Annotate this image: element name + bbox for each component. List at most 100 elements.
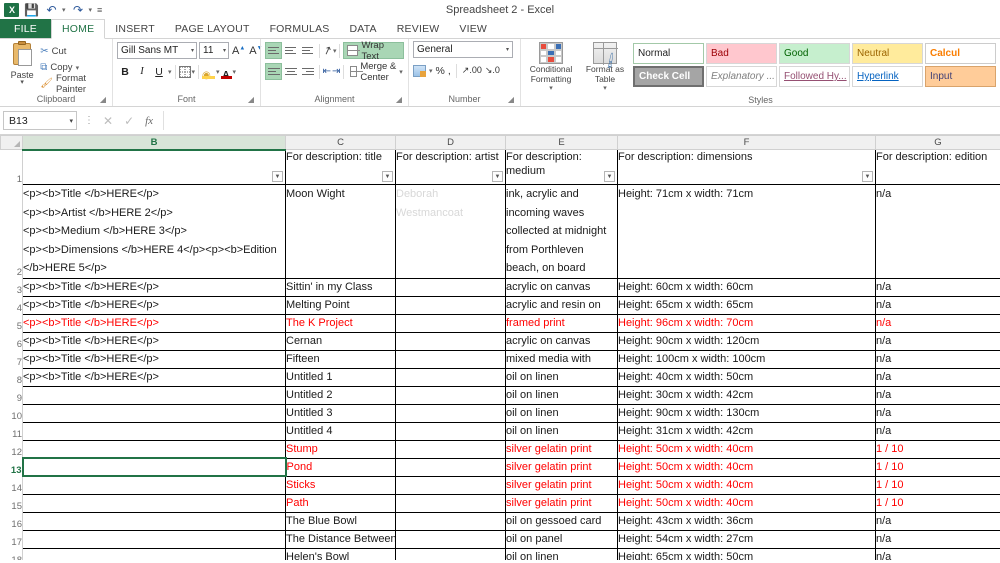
cell-c11[interactable]: Untitled 4 [285, 421, 396, 441]
paste-button[interactable]: Paste ▾ [4, 41, 40, 86]
cell-e11[interactable]: oil on linen [505, 421, 618, 441]
increase-indent-icon[interactable]: ⇥ [332, 66, 340, 77]
cell-g13[interactable]: 1 / 10 [875, 457, 1000, 477]
formula-input[interactable] [163, 111, 997, 130]
cell-g17[interactable]: n/a [875, 529, 1000, 549]
align-bottom-button[interactable] [300, 42, 316, 59]
column-header-row[interactable]: B C D E F G [0, 135, 1000, 151]
cell-f6[interactable]: Height: 90cm x width: 120cm [617, 331, 876, 351]
cell-f5[interactable]: Height: 96cm x width: 70cm [617, 313, 876, 333]
borders-icon[interactable] [178, 65, 191, 78]
cell-f16[interactable]: Height: 43cm x width: 36cm [617, 511, 876, 531]
cell-g9[interactable]: n/a [875, 385, 1000, 405]
font-color-dropdown-icon[interactable]: ▾ [233, 68, 237, 76]
merge-center-button[interactable]: Merge & Center ▾ [347, 61, 406, 83]
cell-d16[interactable] [395, 511, 506, 531]
cell-e10[interactable]: oil on linen [505, 403, 618, 423]
cell-b18[interactable] [22, 547, 286, 560]
cell-f1[interactable]: For description: dimensions ▼ [617, 149, 876, 185]
cell-c8[interactable]: Untitled 1 [285, 367, 396, 387]
style-bad[interactable]: Bad [706, 43, 777, 64]
cell-g5[interactable]: n/a [875, 313, 1000, 333]
cell-b17[interactable] [22, 529, 286, 549]
cell-f14[interactable]: Height: 50cm x width: 40cm [617, 475, 876, 495]
cell-c15[interactable]: Path [285, 493, 396, 513]
copy-dropdown-icon[interactable]: ▾ [76, 64, 80, 72]
cell-b12[interactable] [22, 439, 286, 459]
number-format-dropdown-icon[interactable]: ▾ [506, 46, 509, 53]
column-header-c[interactable]: C [285, 135, 396, 150]
cell-f11[interactable]: Height: 31cm x width: 42cm [617, 421, 876, 441]
row-header-12[interactable]: 12 [0, 440, 23, 458]
paste-dropdown-icon[interactable]: ▾ [20, 79, 24, 86]
select-all-corner[interactable] [0, 135, 23, 150]
wrap-text-button[interactable]: Wrap Text [343, 40, 404, 62]
increase-font-size-icon[interactable]: A▲ [231, 45, 246, 57]
cell-f15[interactable]: Height: 50cm x width: 40cm [617, 493, 876, 513]
column-header-e[interactable]: E [505, 135, 618, 150]
format-painter-button[interactable]: 🖌 Format Painter [40, 73, 108, 95]
cell-d7[interactable] [395, 349, 506, 369]
cell-e6[interactable]: acrylic on canvas [505, 331, 618, 351]
row-header-1[interactable]: 1 [0, 149, 23, 185]
column-header-b[interactable]: B [22, 135, 286, 151]
fill-color-dropdown-icon[interactable]: ▾ [216, 68, 220, 76]
cell-e8[interactable]: oil on linen [505, 367, 618, 387]
cell-d17[interactable] [395, 529, 506, 549]
row-header-5[interactable]: 5 [0, 314, 23, 332]
cell-f12[interactable]: Height: 50cm x width: 40cm [617, 439, 876, 459]
spreadsheet-grid[interactable]: B C D E F G 1 ▼ For description: title ▼ [0, 135, 1000, 560]
cell-d13[interactable] [395, 457, 506, 477]
clipboard-dialog-launcher-icon[interactable]: ◢ [100, 93, 106, 106]
cell-b8[interactable]: <p><b>Title </b>HERE</p> [22, 367, 286, 387]
cell-g4[interactable]: n/a [875, 295, 1000, 315]
orientation-icon[interactable]: ↗ [321, 43, 334, 58]
align-right-button[interactable] [300, 63, 316, 80]
cell-g2[interactable]: n/a [875, 184, 1000, 279]
row-header-18[interactable]: 18 [0, 548, 23, 560]
filter-dropdown-icon[interactable]: ▼ [862, 171, 873, 182]
name-box[interactable]: B13 ▾ [3, 111, 77, 130]
cell-e9[interactable]: oil on linen [505, 385, 618, 405]
cell-c17[interactable]: The Distance Between [285, 529, 396, 549]
cell-e5[interactable]: framed print [505, 313, 618, 333]
cell-b2[interactable]: <p><b>Title </b>HERE</p> <p><b>Artist </b… [22, 184, 286, 279]
italic-button[interactable]: I [134, 63, 150, 80]
font-dialog-launcher-icon[interactable]: ◢ [248, 93, 254, 106]
cell-d10[interactable] [395, 403, 506, 423]
cell-e1[interactable]: For description: medium ▼ [505, 149, 618, 185]
accounting-format-icon[interactable] [413, 64, 426, 77]
table-row[interactable]: 16 The Blue Bowl oil on gessoed card Height… [0, 511, 1000, 531]
cell-b9[interactable] [22, 385, 286, 405]
alignment-dialog-launcher-icon[interactable]: ◢ [396, 93, 402, 106]
cell-f3[interactable]: Height: 60cm x width: 60cm [617, 277, 876, 297]
decrease-decimal-icon[interactable]: ↘.0 [485, 65, 500, 76]
cell-f18[interactable]: Height: 65cm x width: 50cm [617, 547, 876, 560]
tab-data[interactable]: DATA [340, 19, 387, 38]
cell-g3[interactable]: n/a [875, 277, 1000, 297]
cell-g16[interactable]: n/a [875, 511, 1000, 531]
cell-c10[interactable]: Untitled 3 [285, 403, 396, 423]
cell-e15[interactable]: silver gelatin print [505, 493, 618, 513]
table-row[interactable]: 14 Sticks silver gelatin print Height: 50cm… [0, 475, 1000, 495]
decrease-indent-icon[interactable]: ⇤ [323, 66, 331, 77]
cell-b14[interactable] [22, 475, 286, 495]
row-header-4[interactable]: 4 [0, 296, 23, 314]
cell-e17[interactable]: oil on panel [505, 529, 618, 549]
cell-f17[interactable]: Height: 54cm x width: 27cm [617, 529, 876, 549]
cell-e14[interactable]: silver gelatin print [505, 475, 618, 495]
cell-e7[interactable]: mixed media with [505, 349, 618, 369]
column-header-d[interactable]: D [395, 135, 506, 150]
tab-formulas[interactable]: FORMULAS [260, 19, 340, 38]
cell-g12[interactable]: 1 / 10 [875, 439, 1000, 459]
cell-e2[interactable]: ink, acrylic and incoming waves collecte… [505, 184, 618, 279]
name-box-dropdown-icon[interactable]: ▾ [69, 117, 73, 125]
cell-g14[interactable]: 1 / 10 [875, 475, 1000, 495]
font-color-icon[interactable]: A [220, 65, 232, 80]
table-row[interactable]: 13 Pond silver gelatin print Height: 50cm x… [0, 457, 1000, 477]
row-header-13[interactable]: 13 [0, 458, 23, 476]
number-format-select[interactable]: General ▾ [413, 41, 513, 58]
row-header-14[interactable]: 14 [0, 476, 23, 494]
tab-view[interactable]: VIEW [449, 19, 497, 38]
align-center-button[interactable] [283, 63, 299, 80]
